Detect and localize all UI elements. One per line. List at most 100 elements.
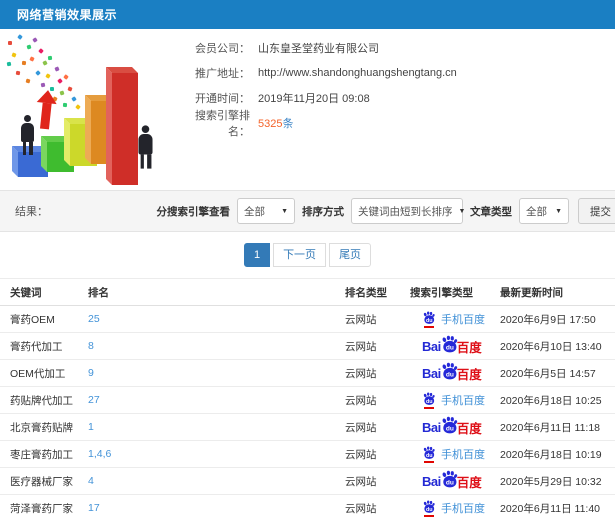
page-button-next[interactable]: 下一页 (273, 243, 327, 267)
svg-text:du: du (446, 479, 454, 486)
table-row: 菏泽膏药厂家 17 云网站 du 手机百度 2020年6月11日 11:40 (0, 494, 615, 520)
rank-link[interactable]: 1 (88, 421, 94, 433)
baidu-logo-bai: Bai (422, 365, 441, 381)
mobile-baidu-red-bar (424, 406, 434, 409)
keyword-cell: 膏药OEM (10, 313, 55, 326)
pagination-area: 1 下一页 尾页 (0, 232, 615, 278)
header-updated-time: 最新更新时间 (490, 278, 615, 306)
sort-select[interactable]: 关键词由短到长排序 ▼ (351, 198, 466, 224)
svg-text:du: du (426, 317, 433, 323)
table-row: 北京膏药贴牌 1 云网站 Bai du 百度 2020年6月11日 11:18 (0, 413, 615, 441)
mobile-baidu-paw-icon: du (422, 500, 436, 517)
updated-time-cell: 2020年6月18日 10:25 (500, 394, 602, 407)
mobile-baidu-logo: du 手机百度 (422, 446, 490, 463)
baidu-logo: Bai du 百度 (422, 362, 490, 384)
baidu-logo-cn: 百度 (456, 367, 482, 382)
baidu-logo-cn: 百度 (456, 340, 482, 355)
rank-link[interactable]: 8 (88, 340, 94, 352)
mobile-baidu-label: 手机百度 (441, 395, 485, 407)
page-title: 网络营销效果展示 (17, 8, 118, 22)
mobile-baidu-logo: du 手机百度 (422, 311, 490, 328)
rank-type-cell: 云网站 (345, 313, 377, 326)
header-keyword: 关键词 (0, 278, 78, 306)
keyword-cell: 枣庄膏药加工 (10, 448, 73, 461)
promo-url-link[interactable]: http://www.shandonghuangshengtang.cn (258, 67, 457, 79)
pagination: 1 下一页 尾页 (243, 243, 372, 267)
table-row: 膏药OEM 25 云网站 du 手机百度 2020年6月9日 17:50 (0, 305, 615, 333)
rank-link[interactable]: 9 (88, 367, 94, 379)
bar-red (106, 67, 138, 185)
updated-time-cell: 2020年6月10日 13:40 (500, 340, 602, 353)
baidu-logo-bai: Bai (422, 473, 441, 489)
table-row: 医疗器械厂家 4 云网站 Bai du 百度 2020年5月29日 10:32 (0, 467, 615, 495)
rank-count-value: 5325 (258, 117, 283, 130)
chevron-down-icon: ▼ (458, 207, 466, 215)
field-label: 开通时间： (195, 92, 250, 105)
updated-time-cell: 2020年6月18日 10:19 (500, 448, 602, 461)
rank-link[interactable]: 1,4,6 (88, 448, 111, 460)
rank-type-cell: 云网站 (345, 367, 377, 380)
mobile-baidu-red-bar (424, 460, 434, 463)
mobile-baidu-paw-icon: du (422, 392, 436, 409)
rank-type-cell: 云网站 (345, 340, 377, 353)
mobile-baidu-red-bar (424, 325, 434, 328)
mobile-baidu-logo: du 手机百度 (422, 392, 490, 409)
rank-type-cell: 云网站 (345, 475, 377, 488)
filter-bar: 结果： 分搜索引擎查看 全部 ▼ 排序方式 关键词由短到长排序 ▼ 文章类型 全… (0, 190, 615, 232)
mobile-baidu-paw-icon: du (422, 311, 436, 328)
filter-controls: 分搜索引擎查看 全部 ▼ 排序方式 关键词由短到长排序 ▼ 文章类型 全部 ▼ … (157, 198, 615, 224)
field-engine-rank-count: 搜索引擎排名： 5325条 (185, 110, 615, 138)
baidu-logo-cn: 百度 (456, 421, 482, 436)
open-time-value: 2019年11月20日 09:08 (258, 92, 370, 105)
result-label: 结果： (15, 206, 48, 218)
rank-type-cell: 云网站 (345, 448, 377, 461)
engine-view-label: 分搜索引擎查看 (156, 205, 231, 218)
table-row: OEM代加工 9 云网站 Bai du 百度 2020年6月5日 14:57 (0, 359, 615, 387)
engine-view-selected-value: 全部 (244, 205, 265, 218)
engine-view-select[interactable]: 全部 ▼ (237, 198, 295, 224)
member-info-section: 会员公司： 山东皇圣堂药业有限公司 推广地址： http://www.shand… (0, 29, 615, 190)
rank-link[interactable]: 17 (88, 502, 100, 514)
page-button-last[interactable]: 尾页 (329, 243, 372, 267)
updated-time-cell: 2020年5月29日 10:32 (500, 475, 602, 488)
updated-time-cell: 2020年6月9日 17:50 (500, 313, 596, 326)
mobile-baidu-label: 手机百度 (441, 314, 485, 326)
title-bar: 网络营销效果展示 (0, 0, 615, 29)
rank-link[interactable]: 27 (88, 394, 100, 406)
field-label: 搜索引擎排名： (195, 109, 250, 138)
member-company-link[interactable]: 山东皇圣堂药业有限公司 (258, 40, 379, 56)
field-label: 推广地址： (195, 67, 250, 80)
svg-text:du: du (446, 371, 454, 378)
svg-text:du: du (426, 506, 433, 512)
svg-text:du: du (446, 425, 454, 432)
svg-text:du: du (426, 452, 433, 458)
businessman-right (138, 125, 153, 169)
table-row: 药贴牌代加工 27 云网站 du 手机百度 2020年6月18日 10:25 (0, 386, 615, 414)
sort-selected-value: 关键词由短到长排序 (358, 205, 453, 218)
field-member-company: 会员公司： 山东皇圣堂药业有限公司 (185, 35, 615, 60)
svg-text:du: du (446, 344, 454, 351)
baidu-logo-cn: 百度 (456, 475, 482, 490)
chevron-down-icon: ▼ (281, 207, 288, 215)
submit-button[interactable]: 提交 (578, 198, 615, 224)
rank-link[interactable]: 4 (88, 475, 94, 487)
header-engine-type: 搜索引擎类型 (400, 278, 490, 306)
baidu-logo: Bai du 百度 (422, 335, 490, 357)
rank-link[interactable]: 25 (88, 313, 100, 325)
rank-count-unit: 条 (282, 117, 294, 130)
growth-chart-illustration (0, 29, 180, 189)
businessman-left (21, 115, 34, 155)
up-arrow-icon (34, 89, 58, 130)
page-button-current[interactable]: 1 (243, 243, 271, 267)
member-info-fields: 会员公司： 山东皇圣堂药业有限公司 推广地址： http://www.shand… (185, 35, 615, 138)
chevron-down-icon: ▼ (555, 207, 562, 215)
mobile-baidu-paw-icon: du (422, 446, 436, 463)
results-table: 关键词 排名 排名类型 搜索引擎类型 最新更新时间 膏药OEM 25 云网站 d… (0, 278, 615, 520)
article-type-select[interactable]: 全部 ▼ (519, 198, 569, 224)
mobile-baidu-label: 手机百度 (441, 503, 485, 515)
updated-time-cell: 2020年6月5日 14:57 (500, 367, 596, 380)
results-table-body: 膏药OEM 25 云网站 du 手机百度 2020年6月9日 17:50 膏药代… (0, 305, 615, 520)
table-row: 枣庄膏药加工 1,4,6 云网站 du 手机百度 2020年6月18日 10:1… (0, 440, 615, 468)
svg-text:du: du (426, 398, 433, 404)
header-rank-type: 排名类型 (335, 278, 400, 306)
